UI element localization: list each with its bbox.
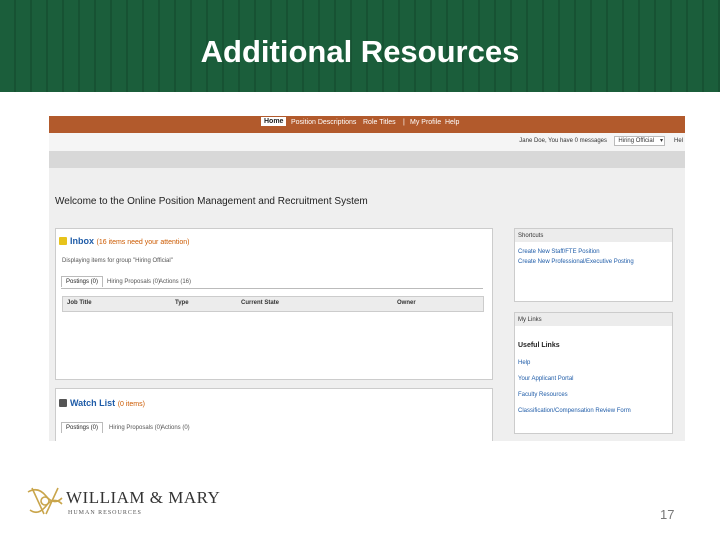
inbox-tab-divider [61, 288, 483, 289]
useful-link-faculty-resources[interactable]: Faculty Resources [518, 392, 568, 398]
watch-list-panel [55, 388, 493, 441]
nav-help[interactable]: Help [445, 119, 459, 126]
useful-links-heading: Useful Links [518, 342, 560, 349]
my-links-heading: My Links [518, 317, 542, 323]
chevron-down-icon[interactable]: ▾ [660, 137, 663, 144]
user-bar-help-link[interactable]: Hel [674, 138, 683, 144]
nav-my-profile[interactable]: My Profile [410, 119, 441, 126]
watch-list-title-text[interactable]: Watch List [70, 398, 115, 408]
role-select[interactable]: Hiring Official [614, 136, 665, 146]
column-current-state[interactable]: Current State [241, 300, 279, 306]
nav-home[interactable]: Home [261, 117, 287, 126]
shortcuts-heading: Shortcuts [518, 233, 544, 239]
nav-role-titles[interactable]: Role Titles [363, 119, 396, 126]
shortcut-create-position[interactable]: Create New Staff/FTE Position [518, 249, 600, 255]
watch-list-count: (0 items) [117, 401, 145, 408]
user-greeting: Jane Doe, You have 0 messages [519, 138, 607, 144]
inbox-icon [59, 237, 67, 245]
watch-tab-postings[interactable]: Postings (0) [61, 422, 104, 433]
shortcut-create-posting[interactable]: Create New Professional/Executive Postin… [518, 259, 634, 265]
column-job-title[interactable]: Job Title [67, 300, 92, 306]
app-screenshot: Home Position Descriptions Role Titles |… [49, 116, 685, 441]
inbox-table-header: Job Title Type Current State Owner [62, 296, 484, 312]
column-type[interactable]: Type [175, 300, 189, 306]
page-number: 17 [660, 507, 675, 522]
nav-position-descriptions[interactable]: Position Descriptions [291, 119, 356, 126]
inbox-title-text[interactable]: Inbox [70, 236, 94, 246]
binoculars-icon [59, 399, 67, 407]
top-navigation: Home Position Descriptions Role Titles |… [49, 116, 685, 133]
inbox-title: Inbox (16 items need your attention) [59, 236, 190, 246]
brand-sub: HUMAN RESOURCES [68, 510, 142, 516]
useful-link-applicant-portal[interactable]: Your Applicant Portal [518, 376, 573, 382]
slide-title: Additional Resources [200, 34, 520, 69]
brand-name: WILLIAM & MARY [66, 488, 221, 507]
inbox-tab-postings[interactable]: Postings (0) [61, 276, 104, 287]
inbox-attention: (16 items need your attention) [96, 239, 190, 246]
user-bar: Jane Doe, You have 0 messages Hiring Off… [49, 133, 685, 151]
useful-link-help[interactable]: Help [518, 360, 530, 366]
useful-link-classification-form[interactable]: Classification/Compensation Review Form [518, 408, 631, 414]
inbox-tab-actions[interactable]: Actions (16) [155, 277, 195, 287]
gray-band [49, 151, 685, 168]
watch-tab-actions[interactable]: Actions (0) [157, 423, 194, 433]
welcome-heading: Welcome to the Online Position Managemen… [55, 196, 368, 207]
watch-list-title: Watch List (0 items) [59, 398, 145, 408]
links-panel [514, 312, 673, 434]
nav-separator: | [403, 119, 405, 126]
inbox-note: Displaying items for group "Hiring Offic… [62, 258, 173, 264]
column-owner[interactable]: Owner [397, 300, 416, 306]
